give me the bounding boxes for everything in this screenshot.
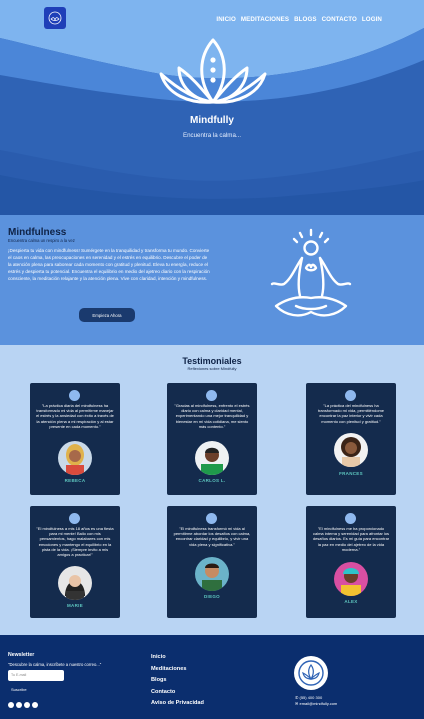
avatar <box>58 566 92 600</box>
nav-item-inicio[interactable]: INICIO <box>216 16 236 23</box>
about-tagline: Encuentra calma un respiro a la vez <box>8 238 75 243</box>
email-address[interactable]: email@mindfully.com <box>299 701 337 706</box>
testimonial-card: "El mindfulness transformó mi vida al pe… <box>167 506 257 618</box>
testimonial-card: "El mindfulness me ha proporcionado calm… <box>306 506 396 618</box>
logo-icon[interactable] <box>44 7 66 29</box>
testimonial-quote: "El mindfulness a mis 18 años es una fie… <box>36 526 114 557</box>
footer-logo <box>294 656 328 690</box>
testimonial-name: CARLOS L. <box>198 478 226 483</box>
footer-links: Inicio Meditaciones Blogs Contacto Aviso… <box>151 654 204 712</box>
testimonials-subtitle: Reflexiones sobre Mindfully <box>187 366 237 371</box>
nav-item-login[interactable]: LOGIN <box>362 16 382 23</box>
testimonial-quote: "La práctica del mindfulness ha transfor… <box>317 403 385 424</box>
lotus-icon <box>159 38 267 104</box>
youtube-icon[interactable] <box>24 702 30 708</box>
testimonial-quote: "La práctica diaria del mindfulness ha t… <box>36 403 114 429</box>
meditating-person-icon <box>270 228 352 317</box>
testimonial-quote: "El mindfulness transformó mi vida al pe… <box>173 526 251 547</box>
email-row: ✉ email@mindfully.com <box>295 701 337 707</box>
footer-link-blogs[interactable]: Blogs <box>151 677 204 683</box>
newsletter-title: Newsletter <box>8 652 35 658</box>
subscribe-button[interactable]: Suscribe <box>8 685 30 694</box>
about-body: ¡Despierta tu vida con mindfulness! Sumé… <box>8 248 210 282</box>
footer-link-contacto[interactable]: Contacto <box>151 689 204 695</box>
about-title: Mindfulness <box>8 227 67 238</box>
lotus-icon <box>298 660 324 686</box>
testimonial-name: ALEX <box>344 599 358 604</box>
quote-icon <box>206 513 217 524</box>
nav-item-meditaciones[interactable]: MEDITACIONES <box>241 16 289 23</box>
testimonial-card: "El mindfulness a mis 18 años es una fie… <box>30 506 120 618</box>
avatar <box>195 441 229 475</box>
main-nav: INICIO MEDITACIONES BLOGS CONTACTO LOGIN <box>216 16 382 23</box>
nav-item-blogs[interactable]: BLOGS <box>294 16 317 23</box>
about-section: Mindfulness Encuentra calma un respiro a… <box>0 215 424 345</box>
avatar <box>58 441 92 475</box>
testimonial-name: FRANCES <box>339 471 363 476</box>
social-links <box>8 702 38 708</box>
testimonial-quote: "Gracias al mindfulness, enfrento el est… <box>174 403 250 429</box>
email-field[interactable]: Tu E-mail <box>8 670 64 681</box>
newsletter-text: "Descubre la calma, inscríbete a nuestro… <box>8 662 102 667</box>
instagram-icon[interactable] <box>16 702 22 708</box>
footer-link-meditaciones[interactable]: Meditaciones <box>151 666 204 672</box>
facebook-icon[interactable] <box>8 702 14 708</box>
nav-item-contacto[interactable]: CONTACTO <box>322 16 357 23</box>
lotus-icon <box>48 11 62 25</box>
avatar <box>334 562 368 596</box>
footer: Newsletter "Descubre la calma, inscríbet… <box>0 635 424 719</box>
quote-icon <box>69 390 80 401</box>
whatsapp-icon[interactable] <box>32 702 38 708</box>
testimonials-title: Testimoniales <box>182 356 242 366</box>
email-icon: ✉ <box>295 701 299 707</box>
testimonial-name: DIEGO <box>203 594 220 599</box>
hero-title: Mindfully <box>190 115 234 126</box>
testimonial-name: REBECA <box>64 478 86 483</box>
testimonial-card: "La práctica del mindfulness ha transfor… <box>306 383 396 495</box>
testimonial-card: "Gracias al mindfulness, enfrento el est… <box>167 383 257 495</box>
phone-number: (55) 400 300 <box>299 695 323 700</box>
footer-link-inicio[interactable]: Inicio <box>151 654 204 660</box>
hero-section: INICIO MEDITACIONES BLOGS CONTACTO LOGIN… <box>0 0 424 215</box>
quote-icon <box>206 390 217 401</box>
start-now-button[interactable]: Empieza Ahora <box>79 308 135 322</box>
avatar <box>334 433 368 467</box>
phone-icon: ✆ <box>295 695 299 700</box>
testimonial-name: MARIE <box>67 603 83 608</box>
quote-icon <box>345 513 356 524</box>
footer-link-privacidad[interactable]: Aviso de Privacidad <box>151 700 204 706</box>
hero-subtitle: Encuentra la calma... <box>182 132 242 139</box>
quote-icon <box>69 513 80 524</box>
testimonial-quote: "El mindfulness me ha proporcionado calm… <box>312 526 390 552</box>
testimonial-card: "La práctica diaria del mindfulness ha t… <box>30 383 120 495</box>
quote-icon <box>345 390 356 401</box>
avatar <box>195 557 229 591</box>
contact-info: ✆ (55) 400 300 ✉ email@mindfully.com <box>295 695 337 707</box>
